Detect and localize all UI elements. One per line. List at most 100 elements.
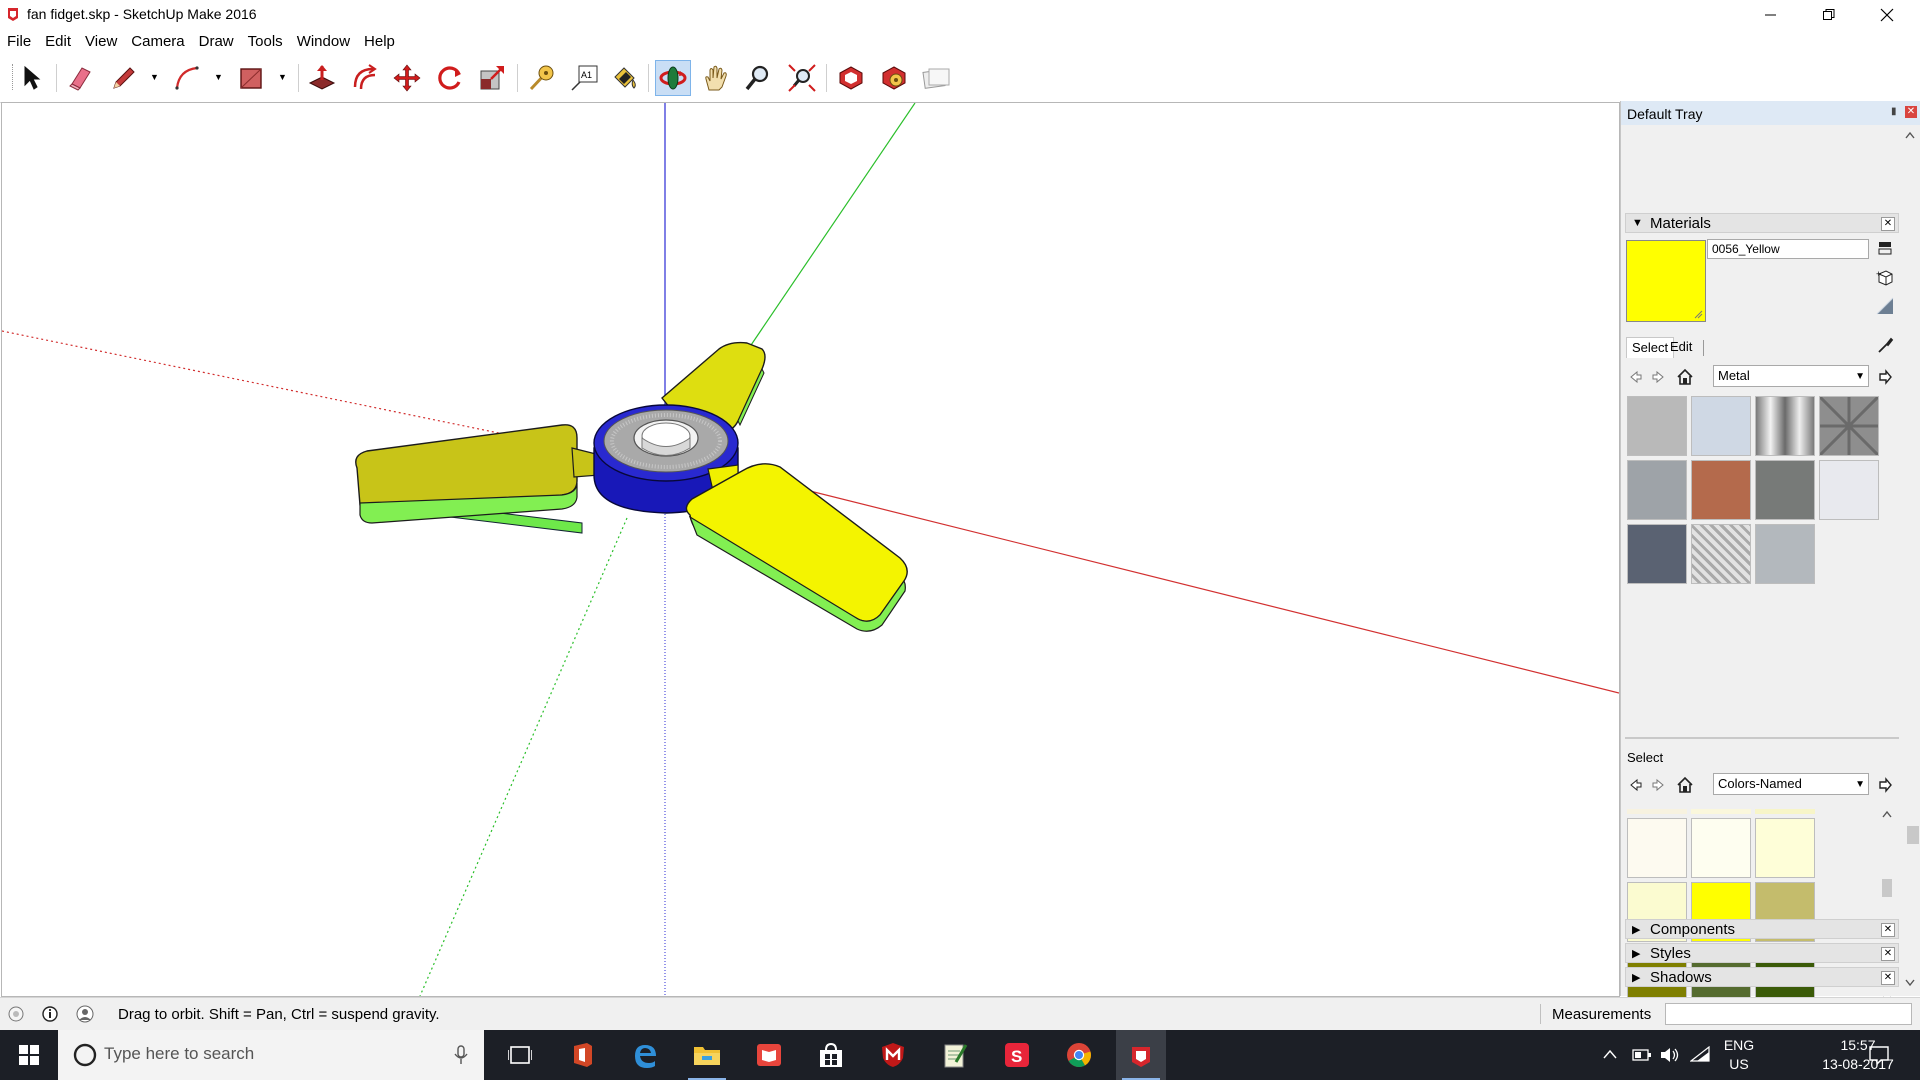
taskbar-app-office[interactable] (558, 1030, 608, 1080)
measurements-field[interactable] (1665, 1003, 1912, 1025)
offset-tool-button[interactable] (346, 60, 382, 96)
push-pull-tool-button[interactable] (304, 60, 340, 96)
minimize-button[interactable] (1748, 0, 1794, 30)
move-tool-button[interactable] (389, 60, 425, 96)
zoom-tool-button[interactable] (740, 60, 776, 96)
show-hidden-icons-icon[interactable] (1603, 1048, 1617, 1060)
zoom-extents-tool-button[interactable] (784, 60, 820, 96)
input-language[interactable]: ENG US (1715, 1036, 1763, 1074)
restore-button[interactable] (1806, 0, 1852, 30)
rotate-tool-button[interactable] (432, 60, 468, 96)
geo-location-icon[interactable] (7, 1005, 25, 1023)
taskbar-app-store[interactable] (806, 1030, 856, 1080)
secondary-back-button[interactable] (1625, 775, 1645, 795)
library-select[interactable]: Metal ▼ (1713, 365, 1869, 387)
model-canvas[interactable] (2, 103, 1619, 996)
line-tool-button[interactable] (106, 60, 142, 96)
shadows-close-icon[interactable]: ✕ (1881, 971, 1895, 985)
secondary-library-select[interactable]: Colors-Named ▼ (1713, 773, 1869, 795)
default-material-button[interactable] (1875, 296, 1895, 316)
taskbar-app-sketchup[interactable] (1116, 1030, 1166, 1080)
styles-panel-header[interactable]: ▶ Styles ✕ (1625, 943, 1899, 963)
swatch-metal-7[interactable] (1755, 460, 1815, 520)
menu-view[interactable]: View (78, 30, 124, 52)
menu-help[interactable]: Help (357, 30, 402, 52)
menu-draw[interactable]: Draw (192, 30, 241, 52)
pan-tool-button[interactable] (698, 60, 734, 96)
swatch-metal-10[interactable] (1691, 524, 1751, 584)
swatch-metal-4[interactable] (1818, 395, 1880, 457)
back-button[interactable] (1625, 367, 1645, 387)
taskbar-app-reader[interactable] (744, 1030, 794, 1080)
tray-scrollbar[interactable] (1901, 129, 1919, 989)
components-panel-header[interactable]: ▶ Components ✕ (1625, 919, 1899, 939)
styles-close-icon[interactable]: ✕ (1881, 947, 1895, 961)
swatch-metal-1[interactable] (1627, 396, 1687, 456)
swatch-color-2[interactable] (1691, 818, 1751, 878)
action-center-icon[interactable] (1868, 1044, 1890, 1066)
materials-panel-header[interactable]: ▼ Materials ✕ (1625, 213, 1899, 233)
close-button[interactable] (1864, 0, 1910, 30)
material-preview[interactable] (1626, 240, 1706, 322)
swatch-metal-11[interactable] (1755, 524, 1815, 584)
display-secondary-pane-button[interactable] (1875, 238, 1895, 258)
rectangle-tool-button[interactable] (233, 60, 269, 96)
arc-tool-button[interactable] (169, 60, 205, 96)
forward-button[interactable] (1649, 367, 1669, 387)
components-close-icon[interactable]: ✕ (1881, 923, 1895, 937)
arc-tools-dropdown-icon[interactable]: ▼ (214, 72, 223, 82)
microphone-icon[interactable] (454, 1045, 468, 1065)
wifi-icon[interactable] (1690, 1046, 1710, 1064)
swatch-metal-3[interactable] (1755, 396, 1815, 456)
model-viewport[interactable] (1, 102, 1620, 997)
secondary-in-model-button[interactable] (1675, 775, 1695, 795)
taskbar-app-sketchbook[interactable]: S (992, 1030, 1042, 1080)
start-button[interactable] (0, 1030, 58, 1080)
tray-pin-icon[interactable]: ▮ (1891, 106, 1897, 117)
layout-tool-button[interactable] (918, 60, 954, 96)
swatch-color-1[interactable] (1627, 818, 1687, 878)
warehouse-tool-button[interactable] (833, 60, 869, 96)
taskbar-app-notepad[interactable] (930, 1030, 980, 1080)
menu-camera[interactable]: Camera (124, 30, 191, 52)
in-model-button[interactable] (1675, 367, 1695, 387)
swatch-metal-5[interactable] (1627, 460, 1687, 520)
swatch-metal-8[interactable] (1819, 460, 1879, 520)
orbit-tool-button[interactable] (655, 60, 691, 96)
taskbar-app-file-explorer[interactable] (682, 1030, 732, 1080)
taskbar-app-edge[interactable] (620, 1030, 670, 1080)
paint-bucket-tool-button[interactable] (606, 60, 642, 96)
credits-icon[interactable] (41, 1005, 59, 1023)
battery-icon[interactable] (1632, 1048, 1652, 1062)
taskbar-app-mcafee[interactable] (868, 1030, 918, 1080)
volume-icon[interactable] (1660, 1046, 1680, 1064)
swatch-color-3[interactable] (1755, 818, 1815, 878)
scale-tool-button[interactable] (474, 60, 510, 96)
tape-measure-tool-button[interactable] (523, 60, 559, 96)
user-account-icon[interactable] (76, 1005, 94, 1023)
taskbar-app-chrome[interactable] (1054, 1030, 1104, 1080)
menu-edit[interactable]: Edit (38, 30, 78, 52)
material-name-field[interactable] (1707, 239, 1869, 259)
menu-window[interactable]: Window (290, 30, 357, 52)
menu-tools[interactable]: Tools (241, 30, 290, 52)
tray-close-icon[interactable]: ✕ (1905, 106, 1917, 118)
menu-file[interactable]: File (0, 30, 38, 52)
secondary-forward-button[interactable] (1649, 775, 1669, 795)
task-view-button[interactable] (495, 1030, 545, 1080)
text-tool-button[interactable]: A1 (566, 60, 602, 96)
sample-paint-button[interactable] (1875, 335, 1895, 355)
swatch-metal-9[interactable] (1627, 524, 1687, 584)
extension-warehouse-tool-button[interactable] (876, 60, 912, 96)
swatch-metal-2[interactable] (1691, 396, 1751, 456)
materials-close-icon[interactable]: ✕ (1881, 217, 1895, 231)
shape-tools-dropdown-icon[interactable]: ▼ (278, 72, 287, 82)
tab-edit[interactable]: Edit (1665, 337, 1697, 357)
shadows-panel-header[interactable]: ▶ Shadows ✕ (1625, 967, 1899, 987)
details-button[interactable] (1875, 367, 1895, 387)
select-tool-button[interactable] (14, 60, 50, 96)
taskbar-search[interactable]: Type here to search (58, 1030, 484, 1080)
secondary-details-button[interactable] (1875, 775, 1895, 795)
eraser-tool-button[interactable] (62, 60, 98, 96)
line-tools-dropdown-icon[interactable]: ▼ (150, 72, 159, 82)
